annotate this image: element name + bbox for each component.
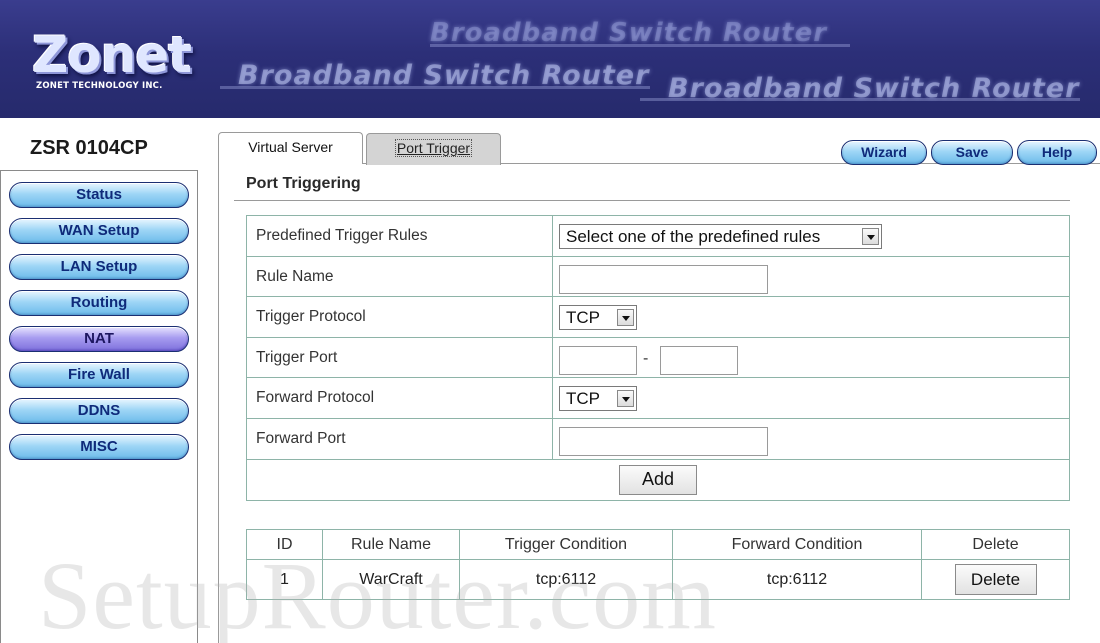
column-header-forward-condition: Forward Condition — [672, 529, 922, 560]
trigger-protocol-select[interactable]: TCP — [559, 305, 637, 331]
port-trigger-form: Predefined Trigger Rules Select one of t… — [246, 215, 1070, 501]
tab-port-trigger-label: Port Trigger — [394, 139, 473, 157]
help-button[interactable]: Help — [1017, 140, 1097, 165]
forward-port-label: Forward Port — [247, 418, 553, 459]
cell-trigger-condition: tcp:6112 — [459, 559, 673, 600]
forward-protocol-select[interactable]: TCP — [559, 386, 637, 412]
forward-protocol-label: Forward Protocol — [247, 378, 553, 418]
header-banner: Broadband Switch Router Broadband Switch… — [0, 0, 1100, 118]
trigger-port-label: Trigger Port — [247, 337, 553, 378]
rule-name-label: Rule Name — [247, 256, 553, 297]
column-header-delete: Delete — [921, 529, 1070, 560]
nav-ddns-button[interactable]: DDNS — [9, 398, 189, 424]
trigger-port-separator: - — [643, 349, 649, 367]
column-header-trigger-condition: Trigger Condition — [459, 529, 673, 560]
zonet-logo: Zonet ZONET TECHNOLOGY INC. — [28, 26, 192, 96]
banner-text: Broadband Switch Router — [430, 18, 828, 48]
rules-table: ID Rule Name Trigger Condition Forward C… — [246, 529, 1070, 600]
banner-text: Broadband Switch Router — [238, 60, 650, 91]
forward-protocol-value: TCP — [566, 389, 600, 409]
trigger-port-to-input[interactable] — [660, 345, 738, 375]
section-title: Port Triggering — [246, 175, 361, 192]
form-row: Trigger Port - — [247, 337, 1069, 379]
forward-port-input[interactable] — [559, 426, 768, 456]
save-button[interactable]: Save — [931, 140, 1013, 165]
cell-delete: Delete — [921, 559, 1070, 600]
wizard-button[interactable]: Wizard — [841, 140, 927, 165]
chevron-down-icon — [617, 309, 634, 327]
column-header-id: ID — [246, 529, 323, 560]
table-row: 1 WarCraft tcp:6112 tcp:6112 Delete — [246, 559, 1070, 600]
sidebar: Status WAN Setup LAN Setup Routing NAT F… — [0, 170, 198, 643]
form-row: Forward Protocol TCP — [247, 378, 1069, 419]
nav-misc-button[interactable]: MISC — [9, 434, 189, 460]
rule-name-input[interactable] — [559, 264, 768, 294]
column-header-rule-name: Rule Name — [322, 529, 460, 560]
form-add-row: Add — [247, 460, 1069, 500]
tab-port-trigger[interactable]: Port Trigger — [366, 133, 501, 165]
device-model: ZSR 0104CP — [30, 137, 148, 159]
nav-fire-wall-button[interactable]: Fire Wall — [9, 362, 189, 388]
trigger-port-from-input[interactable] — [559, 345, 637, 375]
form-row: Predefined Trigger Rules Select one of t… — [247, 216, 1069, 257]
form-row: Trigger Protocol TCP — [247, 297, 1069, 338]
nav-status-button[interactable]: Status — [9, 182, 189, 208]
form-row: Forward Port — [247, 418, 1069, 460]
logo-subtitle: ZONET TECHNOLOGY INC. — [36, 81, 163, 91]
nav-routing-button[interactable]: Routing — [9, 290, 189, 316]
cell-rule-name: WarCraft — [322, 559, 460, 600]
banner-text: Broadband Switch Router — [668, 73, 1080, 104]
logo-wordmark: Zonet — [32, 26, 192, 84]
chevron-down-icon — [617, 390, 634, 408]
nav-lan-setup-button[interactable]: LAN Setup — [9, 254, 189, 280]
chevron-down-icon — [862, 228, 879, 245]
cell-id: 1 — [246, 559, 323, 600]
delete-rule-button[interactable]: Delete — [954, 564, 1037, 595]
predefined-rules-select[interactable]: Select one of the predefined rules — [559, 224, 882, 249]
table-header-row: ID Rule Name Trigger Condition Forward C… — [246, 529, 1070, 560]
predefined-rules-label: Predefined Trigger Rules — [247, 216, 553, 256]
nav-wan-setup-button[interactable]: WAN Setup — [9, 218, 189, 244]
cell-forward-condition: tcp:6112 — [672, 559, 922, 600]
tab-virtual-server[interactable]: Virtual Server — [218, 132, 363, 164]
add-button[interactable]: Add — [619, 464, 697, 495]
trigger-protocol-label: Trigger Protocol — [247, 297, 553, 337]
nav-nat-button[interactable]: NAT — [9, 326, 189, 352]
form-row: Rule Name — [247, 256, 1069, 298]
trigger-protocol-value: TCP — [566, 308, 600, 328]
predefined-rules-value: Select one of the predefined rules — [566, 227, 821, 246]
section-divider — [234, 200, 1070, 201]
